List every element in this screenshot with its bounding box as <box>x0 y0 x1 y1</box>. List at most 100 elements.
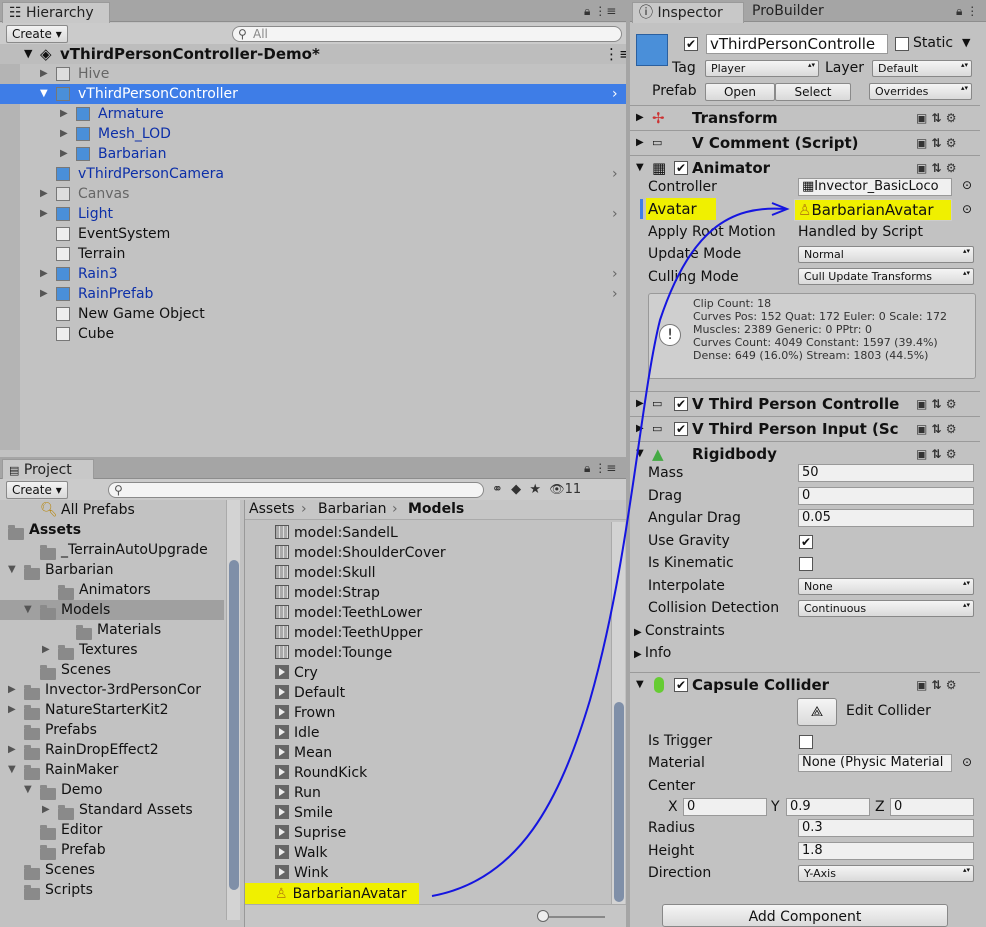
filter-icons[interactable]: ⚭ ◆ ★ 👁︎11 <box>492 482 581 497</box>
chevron-right-icon[interactable]: › <box>612 264 618 284</box>
project-lock-icon[interactable]: 🔒︎ ⋮≡ <box>584 461 616 476</box>
tree-scrollbar[interactable] <box>226 500 240 920</box>
hierarchy-item[interactable]: ▼ vThirdPersonController › <box>0 84 626 104</box>
tab-probuilder[interactable]: ProBuilder <box>752 3 824 19</box>
component-menu-icons[interactable]: ▣ ⇅ ⚙ <box>916 673 957 697</box>
edit-collider-button[interactable]: ⟁ <box>797 698 837 726</box>
hierarchy-item[interactable]: ▶ Mesh_LOD <box>0 124 626 144</box>
folder-tree-item[interactable]: ▶ NatureStarterKit2 <box>0 700 224 720</box>
hierarchy-search-input[interactable]: ⚲ All <box>232 26 622 42</box>
file-item[interactable]: Walk <box>275 843 328 863</box>
file-item[interactable]: Idle <box>275 723 320 743</box>
file-item[interactable]: model:Tounge <box>275 643 392 663</box>
radius-input[interactable]: 0.3 <box>798 819 974 837</box>
folder-tree-item[interactable]: _TerrainAutoUpgrade <box>0 540 224 560</box>
chevron-right-icon[interactable]: › <box>612 84 618 104</box>
controller-enabled-checkbox[interactable]: ✔ <box>674 397 688 411</box>
file-item[interactable]: Suprise <box>275 823 346 843</box>
component-menu-icons[interactable]: ▣ ⇅ ⚙ <box>916 106 957 130</box>
zoom-slider-handle[interactable] <box>537 910 549 922</box>
project-create-button[interactable]: Create ▾ <box>6 481 68 499</box>
hierarchy-item[interactable]: Cube <box>0 324 626 344</box>
file-item[interactable]: Cry <box>275 663 318 683</box>
folder-tree-item[interactable]: Scenes <box>0 660 224 680</box>
rigidbody-header[interactable]: ▼ ▲ Rigidbody ▣ ⇅ ⚙ <box>630 441 980 465</box>
chevron-right-icon[interactable]: ▶ <box>8 680 16 700</box>
chevron-right-icon[interactable]: › <box>612 284 618 304</box>
file-item[interactable]: Frown <box>275 703 335 723</box>
file-item[interactable]: model:SandelL <box>275 523 398 543</box>
hierarchy-create-button[interactable]: Create ▾ <box>6 25 68 43</box>
culling-mode-dropdown[interactable]: Cull Update Transforms <box>798 268 974 285</box>
use-gravity-checkbox[interactable]: ✔ <box>799 535 813 549</box>
chevron-down-icon[interactable]: ▼ <box>8 560 16 580</box>
file-item[interactable]: Default <box>275 683 345 703</box>
folder-tree-item[interactable]: Materials <box>0 620 224 640</box>
input-enabled-checkbox[interactable]: ✔ <box>674 422 688 436</box>
breadcrumb-barbarian[interactable]: Barbarian <box>318 500 387 519</box>
hierarchy-item[interactable]: Terrain <box>0 244 626 264</box>
folder-tree-item[interactable]: ▶ Textures <box>0 640 224 660</box>
hierarchy-item[interactable]: EventSystem <box>0 224 626 244</box>
third-person-input-header[interactable]: ▶ ▭ ✔ V Third Person Input (Sc ▣ ⇅ ⚙ <box>630 416 980 440</box>
material-field[interactable]: None (Physic Material <box>798 754 952 772</box>
tab-inspector[interactable]: ⓘ Inspector <box>632 2 744 24</box>
file-item[interactable]: model:Skull <box>275 563 376 583</box>
constraints-foldout[interactable]: ▶ Constraints <box>634 621 725 641</box>
folder-tree-item[interactable]: ▶ Invector-3rdPersonCor <box>0 680 224 700</box>
animator-enabled-checkbox[interactable]: ✔ <box>674 161 688 175</box>
folder-tree-item[interactable]: ▼ Barbarian <box>0 560 224 580</box>
chevron-right-icon[interactable]: ▶ <box>60 124 68 144</box>
capsule-enabled-checkbox[interactable]: ✔ <box>674 678 688 692</box>
update-mode-dropdown[interactable]: Normal <box>798 246 974 263</box>
lock-icon[interactable]: 🔒︎ ⋮≡ <box>584 4 616 19</box>
avatar-field[interactable]: ♙BarbarianAvatar <box>794 199 952 221</box>
prefab-select-button[interactable]: Select <box>775 83 851 101</box>
component-menu-icons[interactable]: ▣ ⇅ ⚙ <box>916 392 957 416</box>
chevron-right-icon[interactable]: ▶ <box>40 204 48 224</box>
chevron-right-icon[interactable]: ▶ <box>40 64 48 84</box>
layer-dropdown[interactable]: Default <box>872 60 972 77</box>
file-item[interactable]: model:ShoulderCover <box>275 543 446 563</box>
active-checkbox[interactable]: ✔ <box>684 37 698 51</box>
hierarchy-item[interactable]: ▶ Light › <box>0 204 626 224</box>
tab-hierarchy[interactable]: ☷ Hierarchy <box>2 2 110 24</box>
static-checkbox[interactable] <box>895 37 909 51</box>
third-person-controller-header[interactable]: ▶ ▭ ✔ V Third Person Controlle ▣ ⇅ ⚙ <box>630 391 980 415</box>
folder-tree-item[interactable]: Prefabs <box>0 720 224 740</box>
file-item[interactable]: Smile <box>275 803 333 823</box>
chevron-down-icon[interactable]: ▼ <box>24 780 32 800</box>
folder-tree-item[interactable]: ▶ RainDropEffect2 <box>0 740 224 760</box>
controller-field[interactable]: ▦Invector_BasicLoco <box>798 178 952 196</box>
hierarchy-item[interactable]: ▶ Rain3 › <box>0 264 626 284</box>
collision-detection-dropdown[interactable]: Continuous <box>798 600 974 617</box>
drag-input[interactable]: 0 <box>798 487 974 505</box>
is-kinematic-checkbox[interactable] <box>799 557 813 571</box>
chevron-right-icon[interactable]: ▶ <box>8 700 16 720</box>
chevron-right-icon[interactable]: ▶ <box>40 184 48 204</box>
scene-row[interactable]: ▼ ◈ vThirdPersonController-Demo* ⋮≡ <box>0 44 632 64</box>
hierarchy-item[interactable]: ▶ Hive <box>0 64 626 84</box>
tag-dropdown[interactable]: Player <box>705 60 819 77</box>
folder-tree-item[interactable]: 🔍︎ All Prefabs <box>0 500 224 520</box>
chevron-right-icon[interactable]: ▶ <box>42 800 50 820</box>
file-scrollbar[interactable] <box>611 522 625 904</box>
folder-tree-item[interactable]: ▼ RainMaker <box>0 760 224 780</box>
file-item[interactable]: model:TeethLower <box>275 603 422 623</box>
object-picker-icon[interactable]: ⊙ <box>962 178 972 192</box>
component-menu-icons[interactable]: ▣ ⇅ ⚙ <box>916 131 957 155</box>
add-component-button[interactable]: Add Component <box>662 904 948 927</box>
mass-input[interactable]: 50 <box>798 464 974 482</box>
folder-tree-item[interactable]: Animators <box>0 580 224 600</box>
hierarchy-item[interactable]: New Game Object <box>0 304 626 324</box>
file-item[interactable]: Mean <box>275 743 332 763</box>
direction-dropdown[interactable]: Y-Axis <box>798 865 974 882</box>
hierarchy-item[interactable]: ▶ RainPrefab › <box>0 284 626 304</box>
chevron-right-icon[interactable]: ▶ <box>40 284 48 304</box>
center-x-input[interactable]: 0 <box>683 798 767 816</box>
component-menu-icons[interactable]: ▣ ⇅ ⚙ <box>916 442 957 466</box>
chevron-right-icon[interactable]: › <box>612 204 618 224</box>
chevron-right-icon[interactable]: › <box>612 164 618 184</box>
transform-header[interactable]: ▶ ✢ Transform ▣ ⇅ ⚙ <box>630 105 980 129</box>
animator-header[interactable]: ▼ ▦ ✔ Animator ▣ ⇅ ⚙ <box>630 155 980 179</box>
